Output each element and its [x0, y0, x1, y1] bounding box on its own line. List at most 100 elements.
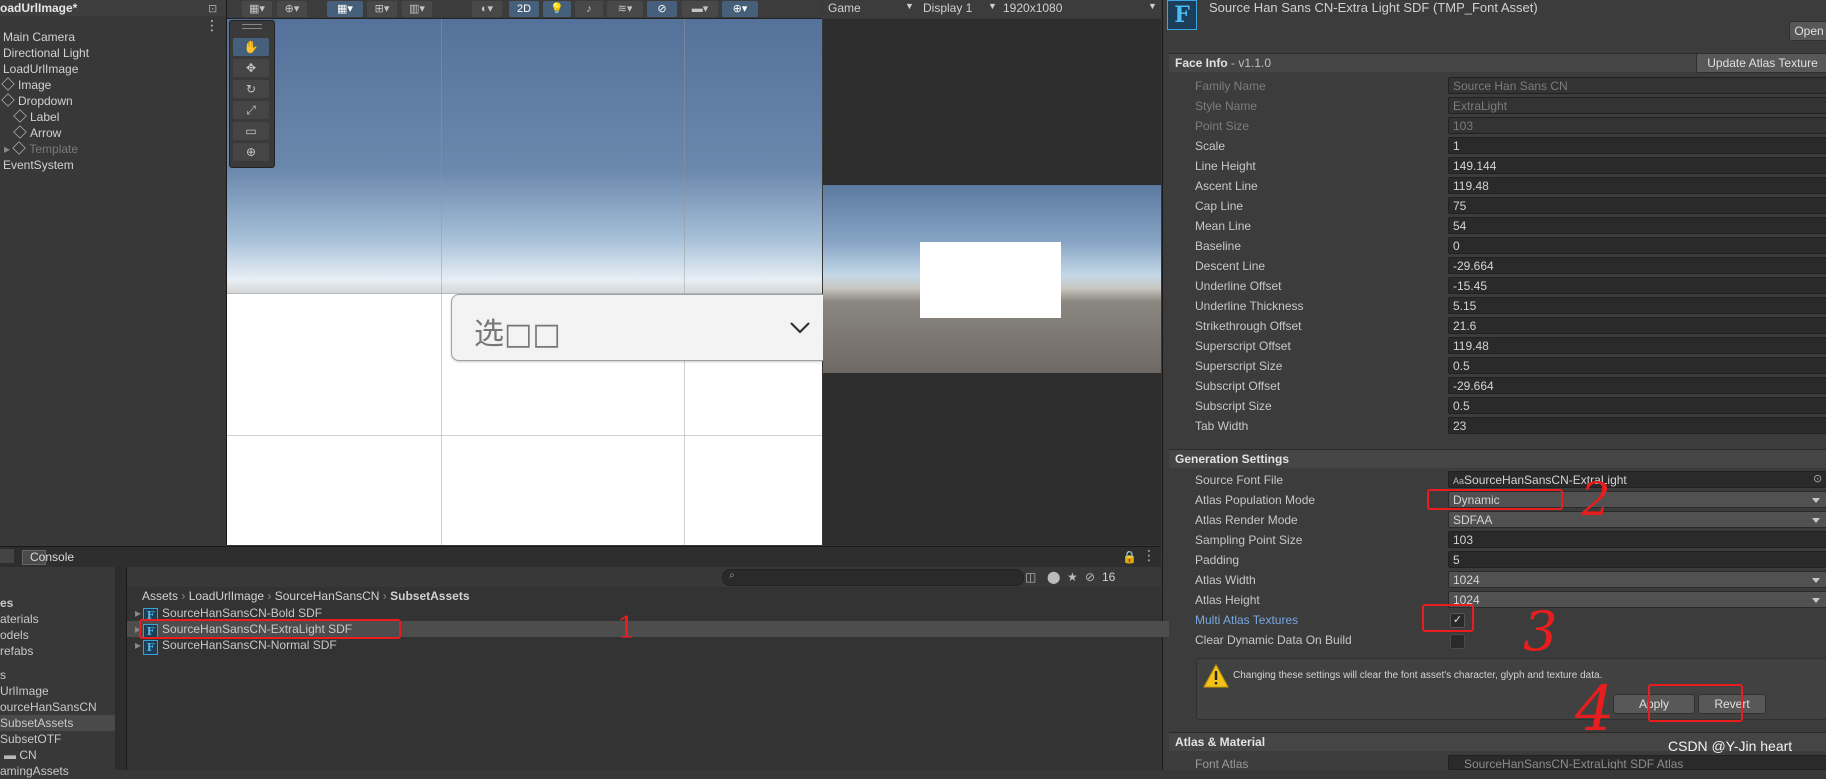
- folder-item[interactable]: amingAssets: [0, 763, 115, 779]
- expand-arrow-icon[interactable]: ▸: [135, 638, 141, 652]
- atlas-height-select[interactable]: 1024: [1448, 591, 1826, 608]
- folder-item[interactable]: ourceHanSansCN: [0, 699, 115, 715]
- folder-item[interactable]: odels: [0, 627, 115, 643]
- atlas-width-select[interactable]: 1024: [1448, 571, 1826, 588]
- face-info-value[interactable]: -29.664: [1448, 257, 1826, 274]
- file-item[interactable]: ▸ F SourceHanSansCN-Normal SDF: [127, 637, 1169, 655]
- hierarchy-item[interactable]: ▸ Template: [0, 141, 78, 157]
- scene-toolbar: ▦▾ ⊕▾ ▦▾ ⊞▾ ▥▾ ◐▾ 2D 💡 ♪ ≋▾ ⊘ ▬▾ ⊕▾: [227, 0, 822, 19]
- lock-icon[interactable]: 🔒: [1122, 550, 1137, 564]
- folder-item[interactable]: s: [0, 667, 115, 683]
- breadcrumb-subsetassets[interactable]: SubsetAssets: [390, 589, 469, 603]
- display-select[interactable]: Display 1: [923, 1, 972, 15]
- padding-field[interactable]: 5: [1448, 551, 1826, 568]
- expand-arrow-icon[interactable]: ▸: [4, 142, 13, 156]
- hierarchy-item[interactable]: Image: [0, 77, 51, 93]
- scene-view[interactable]: [227, 19, 822, 545]
- generation-settings-header[interactable]: Generation Settings: [1169, 449, 1826, 468]
- face-info-value[interactable]: 119.48: [1448, 337, 1826, 354]
- hand-tool-icon[interactable]: ✋: [233, 38, 269, 56]
- update-atlas-texture-button[interactable]: Update Atlas Texture: [1696, 53, 1826, 73]
- font-atlas-field[interactable]: SourceHanSansCN-ExtraLight SDF Atlas: [1448, 755, 1826, 770]
- grid-snap-button[interactable]: ▦▾: [327, 1, 363, 17]
- face-info-value[interactable]: -29.664: [1448, 377, 1826, 394]
- drag-handle-icon[interactable]: [242, 24, 262, 29]
- folder-item[interactable]: SubsetAssets: [0, 715, 115, 731]
- hierarchy-item[interactable]: Main Camera: [0, 29, 75, 45]
- lighting-toggle-icon[interactable]: 💡: [543, 1, 571, 17]
- hierarchy-item[interactable]: LoadUrlImage: [0, 61, 78, 77]
- face-info-value[interactable]: 1: [1448, 137, 1826, 154]
- gizmo-space-button[interactable]: ⊕▾: [277, 1, 307, 17]
- camera-button[interactable]: ▬▾: [682, 1, 718, 17]
- more-menu-icon[interactable]: ⋮: [1142, 547, 1156, 564]
- expand-arrow-icon[interactable]: ▸: [135, 606, 141, 620]
- game-view[interactable]: [823, 19, 1161, 545]
- gizmos-button[interactable]: ⊕▾: [722, 1, 758, 17]
- more-menu-icon[interactable]: ⋮: [205, 18, 219, 32]
- move-tool-icon[interactable]: ✥: [233, 59, 269, 77]
- face-info-value[interactable]: -15.45: [1448, 277, 1826, 294]
- filter-label-icon[interactable]: ⬤: [1047, 570, 1060, 584]
- transform-tool-icon[interactable]: ⊕: [233, 143, 269, 161]
- scene-title[interactable]: oadUrlImage*: [0, 0, 226, 16]
- folder-item[interactable]: es: [0, 595, 115, 611]
- snap-increment-button[interactable]: ⊞▾: [367, 1, 397, 17]
- clear-dynamic-data-checkbox[interactable]: [1450, 634, 1465, 649]
- scale-tool-icon[interactable]: ⤢: [233, 101, 269, 119]
- folder-item[interactable]: SubsetOTF: [0, 731, 115, 747]
- hidden-packages-icon[interactable]: ⊘: [1085, 570, 1095, 584]
- render-mode-button[interactable]: ◐▾: [472, 1, 502, 17]
- face-info-label: Baseline: [1195, 239, 1242, 253]
- folder-item[interactable]: UrlImage: [0, 683, 115, 699]
- dropdown-widget[interactable]: 选□□: [451, 294, 833, 361]
- face-info-value[interactable]: 149.144: [1448, 157, 1826, 174]
- face-info-value[interactable]: 75: [1448, 197, 1826, 214]
- draw-mode-button[interactable]: ▦▾: [242, 1, 272, 17]
- render-mode-select[interactable]: SDFAA: [1448, 511, 1826, 528]
- rect-tool-icon[interactable]: ▭: [233, 122, 269, 140]
- folder-scrollbar[interactable]: [115, 567, 126, 770]
- hierarchy-item[interactable]: EventSystem: [0, 157, 74, 173]
- breadcrumb-assets[interactable]: Assets: [142, 589, 178, 603]
- resolution-select[interactable]: 1920x1080: [1003, 1, 1062, 15]
- face-info-value[interactable]: 23: [1448, 417, 1826, 434]
- face-info-value[interactable]: 5.15: [1448, 297, 1826, 314]
- face-info-value: Source Han Sans CN: [1448, 77, 1826, 94]
- face-info-value[interactable]: 0: [1448, 237, 1826, 254]
- hierarchy-item[interactable]: Dropdown: [0, 93, 73, 109]
- face-info-value[interactable]: 54: [1448, 217, 1826, 234]
- folder-item[interactable]: refabs: [0, 643, 115, 659]
- search-input[interactable]: ⌕: [722, 569, 1024, 586]
- breadcrumb-loadurlimage[interactable]: LoadUrlImage: [189, 589, 264, 603]
- folder-item[interactable]: ▬ CN: [0, 747, 119, 763]
- rotate-tool-icon[interactable]: ↻: [233, 80, 269, 98]
- audio-toggle-icon[interactable]: ♪: [575, 1, 603, 17]
- face-info-value[interactable]: 0.5: [1448, 357, 1826, 374]
- lock-icon[interactable]: ⊡: [208, 2, 217, 15]
- game-view-select[interactable]: Game: [828, 1, 861, 15]
- filter-type-icon[interactable]: ◫: [1025, 570, 1036, 584]
- hierarchy-item[interactable]: Directional Light: [0, 45, 89, 61]
- console-tab[interactable]: Console: [30, 550, 74, 564]
- project-tab[interactable]: [0, 549, 14, 563]
- scene-visibility-icon[interactable]: ⊘: [647, 1, 677, 17]
- breadcrumb: Assets › LoadUrlImage › SourceHanSansCN …: [142, 589, 470, 603]
- hierarchy-item[interactable]: Label: [0, 109, 59, 125]
- effects-toggle-button[interactable]: ≋▾: [607, 1, 643, 17]
- padding-label: Padding: [1195, 553, 1240, 567]
- breadcrumb-sourcehansanscn[interactable]: SourceHanSansCN: [275, 589, 380, 603]
- face-info-value[interactable]: 0.5: [1448, 397, 1826, 414]
- source-font-field[interactable]: AaSourceHanSansCN-ExtraLight: [1448, 471, 1826, 488]
- folder-item[interactable]: aterials: [0, 611, 115, 627]
- face-info-value[interactable]: 21.6: [1448, 317, 1826, 334]
- object-picker-icon[interactable]: ⊙: [1813, 472, 1822, 485]
- 2d-toggle-button[interactable]: 2D: [509, 1, 539, 17]
- sampling-point-size-field[interactable]: 103: [1448, 531, 1826, 548]
- favorite-icon[interactable]: ★: [1067, 570, 1078, 584]
- face-info-value[interactable]: 119.48: [1448, 177, 1826, 194]
- file-name: SourceHanSansCN-Bold SDF: [162, 606, 323, 620]
- hierarchy-item[interactable]: Arrow: [0, 125, 61, 141]
- open-button[interactable]: Open: [1789, 21, 1826, 41]
- grid-button[interactable]: ▥▾: [402, 1, 432, 17]
